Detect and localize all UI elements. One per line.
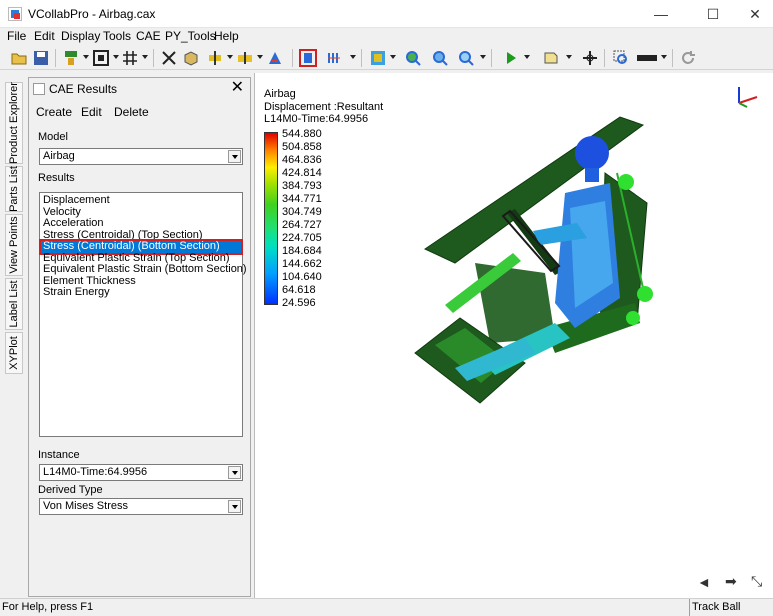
legend-value: 424.814 [282, 167, 322, 179]
results-list[interactable]: Displacement Velocity Acceleration Stres… [39, 192, 247, 437]
chevron-down-icon[interactable] [228, 466, 241, 479]
status-help-text: For Help, press F1 [2, 601, 94, 613]
viewport-instance-line: L14M0-Time:64.9956 [264, 113, 369, 125]
result-item-displacement[interactable]: Displacement [41, 195, 241, 207]
close-window-button[interactable]: ✕ [745, 4, 765, 24]
derived-type-label: Derived Type [38, 484, 103, 496]
zoom-window-icon[interactable] [457, 49, 475, 67]
menu-cae[interactable]: CAE [136, 29, 161, 43]
result-item-eps-bottom[interactable]: Equivalent Plastic Strain (Bottom Sectio… [41, 264, 247, 276]
expand-view-button[interactable]: ⤡ [751, 573, 762, 590]
zoom-in-icon[interactable] [404, 49, 422, 67]
status-bar: For Help, press F1 Track Ball [0, 598, 773, 616]
probe-icon[interactable] [612, 49, 630, 67]
color-legend-bar [264, 132, 278, 305]
legend-icon[interactable] [325, 49, 343, 67]
label-icon[interactable] [542, 49, 560, 67]
legend-value: 344.771 [282, 193, 322, 205]
app-logo-icon [8, 7, 22, 21]
open-icon[interactable] [10, 49, 28, 67]
cae-results-icon[interactable] [299, 49, 317, 67]
zoom-out-icon[interactable] [431, 49, 449, 67]
delete-button[interactable]: Delete [114, 105, 149, 119]
cae-results-panel: CAE Results ✕ Create Edit Delete Model A… [28, 77, 251, 597]
cube-view-icon[interactable] [182, 49, 200, 67]
instance-select[interactable]: L14M0-Time:64.9956 [39, 464, 243, 481]
tab-product-explorer[interactable]: Product Explorer [5, 82, 23, 164]
maximize-button[interactable]: ☐ [703, 4, 723, 24]
tab-xyplot[interactable]: XYPlot [5, 332, 23, 374]
legend-value: 184.684 [282, 245, 322, 257]
explode-icon[interactable] [160, 49, 178, 67]
airbag-model [414, 116, 653, 404]
edit-button[interactable]: Edit [81, 105, 102, 119]
legend-value: 544.880 [282, 128, 322, 140]
menu-display[interactable]: Display [61, 29, 100, 43]
toolbar [0, 46, 773, 70]
legend-value: 24.596 [282, 297, 316, 309]
panel-title: CAE Results [49, 82, 118, 96]
legend-value: 504.858 [282, 141, 322, 153]
markup-icon[interactable] [236, 49, 254, 67]
model-value: Airbag [43, 150, 75, 162]
result-item-stress-bottom[interactable]: Stress (Centroidal) (Bottom Section) [39, 239, 243, 255]
fit-view-icon[interactable] [92, 49, 110, 67]
viewport-model-name: Airbag [264, 88, 296, 100]
refresh-icon[interactable] [679, 49, 697, 67]
menu-tools[interactable]: Tools [103, 29, 131, 43]
viewport-result-line: Displacement :Resultant [264, 101, 384, 113]
status-mode-text: Track Ball [689, 599, 773, 616]
display-mode-icon[interactable] [636, 49, 658, 67]
result-item-strain-energy[interactable]: Strain Energy [41, 287, 241, 299]
grid-icon[interactable] [121, 49, 139, 67]
title-bar: VCollabPro - Airbag.cax — ☐ ✕ [0, 0, 773, 28]
panel-header: CAE Results ✕ [29, 78, 250, 100]
result-item-acceleration[interactable]: Acceleration [41, 218, 241, 230]
tab-view-points[interactable]: View Points [5, 214, 23, 276]
create-button[interactable]: Create [36, 105, 72, 119]
section-icon[interactable] [206, 49, 224, 67]
legend-value: 144.662 [282, 258, 322, 270]
window-title: VCollabPro - Airbag.cax [28, 7, 156, 21]
legend-value: 304.749 [282, 206, 322, 218]
derived-type-select[interactable]: Von Mises Stress [39, 498, 243, 515]
instance-label: Instance [38, 449, 80, 461]
legend-value: 224.705 [282, 232, 322, 244]
3d-viewport[interactable]: Airbag Displacement :Resultant L14M0-Tim… [254, 73, 773, 598]
color-plot-icon[interactable] [266, 49, 284, 67]
panel-icon [33, 83, 45, 95]
minimize-button[interactable]: — [651, 4, 671, 24]
colormap-icon[interactable] [369, 49, 387, 67]
axis-triad-icon [738, 87, 758, 108]
menu-bar: File Edit Display Tools CAE PY_Tools Hel… [0, 28, 773, 46]
model-select[interactable]: Airbag [39, 148, 243, 165]
model-tree-icon[interactable] [62, 49, 80, 67]
menu-edit[interactable]: Edit [34, 29, 55, 43]
panel-close-button[interactable]: ✕ [231, 79, 244, 97]
pan-icon[interactable] [581, 49, 599, 67]
legend-value: 384.793 [282, 180, 322, 192]
derived-type-value: Von Mises Stress [43, 500, 128, 512]
tab-parts-list[interactable]: Parts List [5, 166, 23, 212]
results-label: Results [38, 172, 75, 184]
menu-file[interactable]: File [7, 29, 26, 43]
nav-back-button[interactable]: ◄ [697, 574, 711, 590]
legend-value: 264.727 [282, 219, 322, 231]
play-icon[interactable] [502, 49, 520, 67]
menu-py-tools[interactable]: PY_Tools [165, 29, 216, 43]
chevron-down-icon[interactable] [228, 150, 241, 163]
instance-value: L14M0-Time:64.9956 [43, 466, 148, 478]
legend-value: 64.618 [282, 284, 316, 296]
menu-help[interactable]: Help [214, 29, 239, 43]
nav-forward-button[interactable]: ➡ [725, 573, 737, 590]
side-tabs: Product Explorer Parts List View Points … [3, 78, 25, 598]
model-label: Model [38, 131, 68, 143]
legend-value: 464.836 [282, 154, 322, 166]
tab-label-list[interactable]: Label List [5, 278, 23, 330]
legend-value: 104.640 [282, 271, 322, 283]
chevron-down-icon[interactable] [228, 500, 241, 513]
save-icon[interactable] [32, 49, 50, 67]
